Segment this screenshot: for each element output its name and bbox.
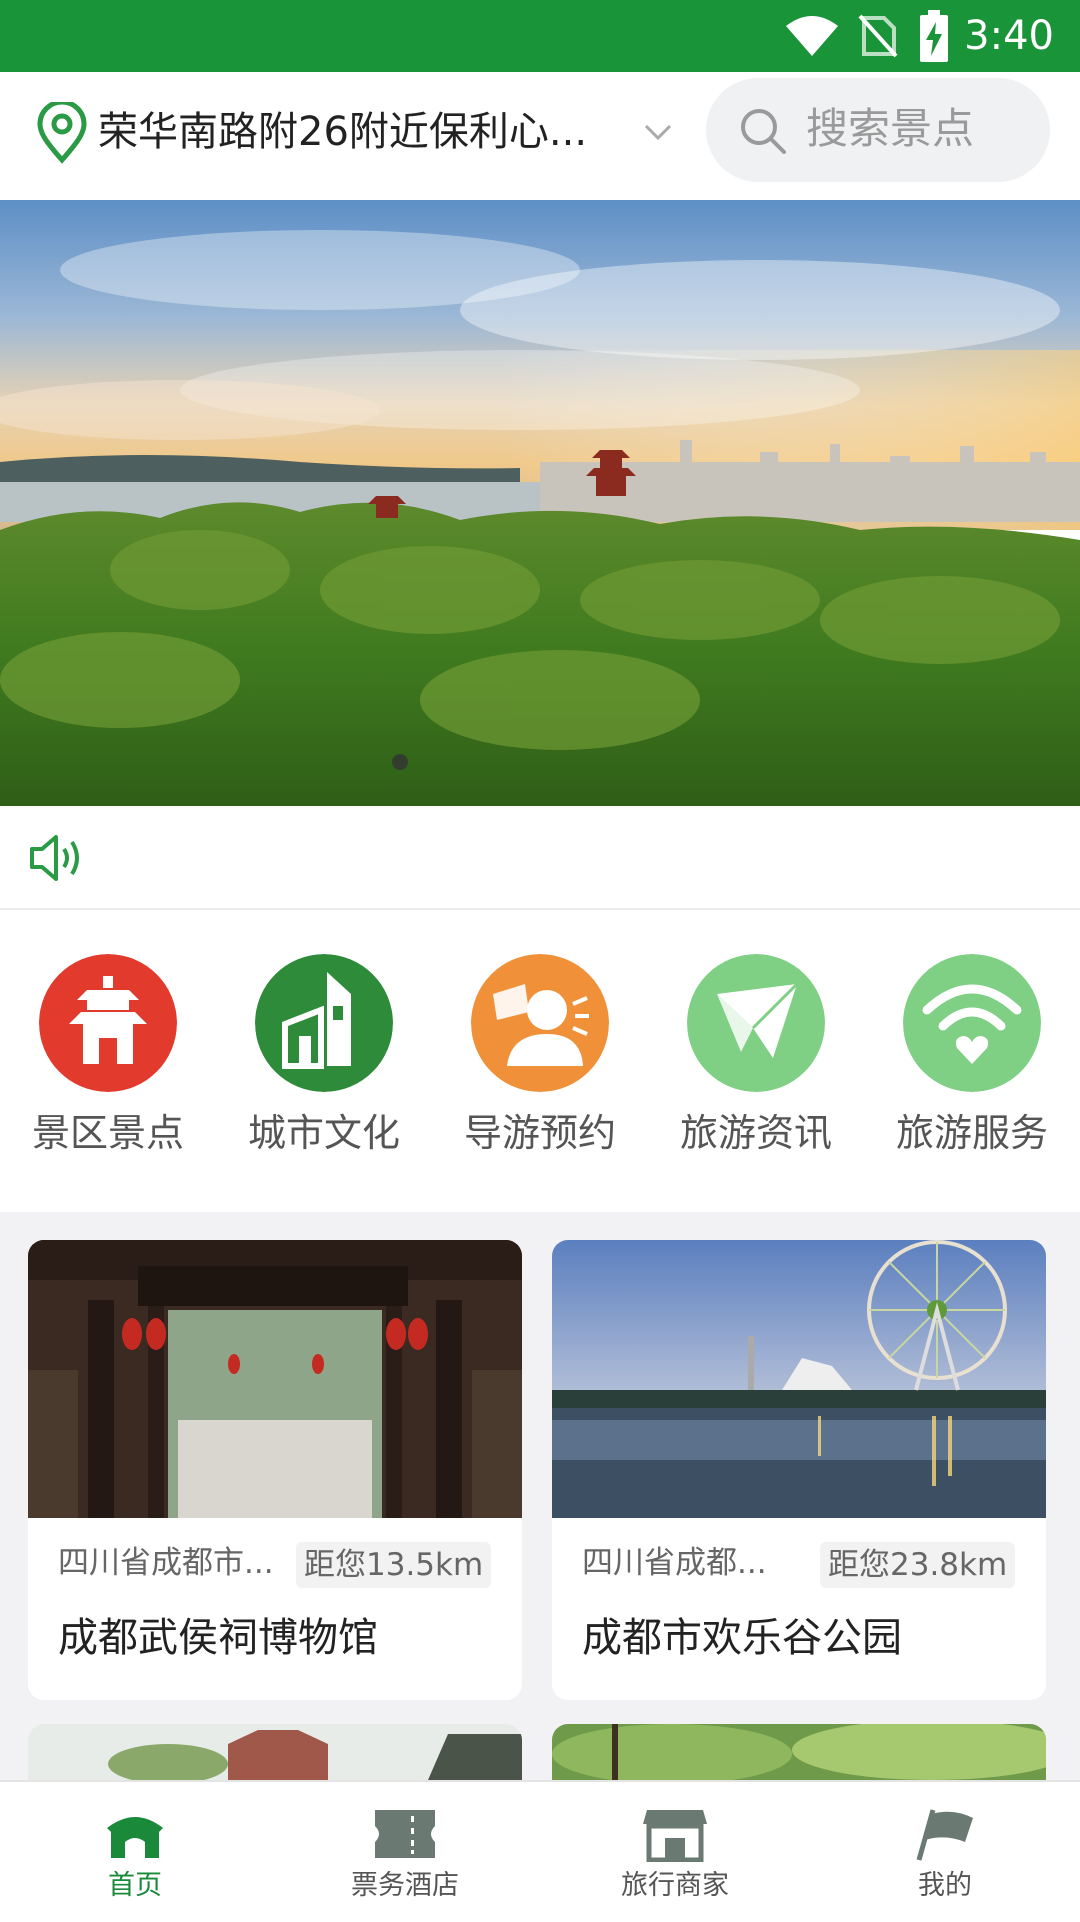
wuhou-temple-photo xyxy=(28,1240,522,1518)
category-label: 导游预约 xyxy=(463,1111,616,1155)
bottom-navigation: 首页 票务酒店 旅行商家 我的 xyxy=(0,1780,1080,1920)
location-text: 荣华南路附26附近保利心... xyxy=(98,109,588,155)
search-input[interactable]: 搜索景点 xyxy=(706,78,1050,182)
status-bar: 3:40 xyxy=(0,0,1080,72)
search-placeholder: 搜索景点 xyxy=(806,104,975,153)
nav-travel-merchants[interactable]: 旅行商家 xyxy=(540,1782,810,1922)
attraction-photo xyxy=(552,1724,1046,1780)
search-icon xyxy=(741,109,786,154)
card-distance-badge: 距您23.8km xyxy=(820,1542,1016,1588)
category-label: 景区景点 xyxy=(31,1111,184,1155)
category-city-culture[interactable]: 城市文化 xyxy=(216,954,432,1184)
header: 荣华南路附26附近保利心... 搜索景点 xyxy=(0,72,1080,200)
nav-label: 旅行商家 xyxy=(621,1870,729,1901)
location-pin-icon xyxy=(37,102,87,164)
flag-icon xyxy=(916,1809,973,1861)
banner-carousel[interactable] xyxy=(0,200,1080,806)
attraction-card[interactable]: 四川省成都... 距您23.8km 成都市欢乐谷公园 xyxy=(552,1240,1046,1700)
clock: 3:40 xyxy=(964,13,1054,59)
category-label: 旅游服务 xyxy=(895,1111,1048,1155)
card-title: 成都武侯祠博物馆 xyxy=(58,1615,378,1661)
category-travel-service[interactable]: 旅游服务 xyxy=(864,954,1080,1184)
attraction-card[interactable] xyxy=(28,1724,522,1780)
card-region: 四川省成都... xyxy=(582,1545,767,1581)
wifi-service-icon xyxy=(903,954,1041,1092)
category-scenic-spots[interactable]: 景区景点 xyxy=(0,954,216,1184)
pavilion-icon xyxy=(39,954,177,1092)
wifi-signal-icon xyxy=(786,16,838,56)
card-distance-badge: 距您13.5km xyxy=(296,1542,492,1588)
tour-guide-icon xyxy=(471,954,609,1092)
nav-label: 我的 xyxy=(918,1870,972,1901)
announcement-bar[interactable] xyxy=(0,806,1080,910)
nav-mine[interactable]: 我的 xyxy=(810,1782,1080,1922)
attraction-card[interactable] xyxy=(552,1724,1046,1780)
category-travel-news[interactable]: 旅游资讯 xyxy=(648,954,864,1184)
city-building-icon xyxy=(255,954,393,1092)
nav-home[interactable]: 首页 xyxy=(0,1782,270,1922)
paper-plane-icon xyxy=(687,954,825,1092)
ticket-icon xyxy=(375,1810,435,1858)
chevron-down-icon xyxy=(644,124,672,141)
shop-icon xyxy=(643,1810,707,1862)
nav-tickets-hotels[interactable]: 票务酒店 xyxy=(270,1782,540,1922)
happy-valley-photo xyxy=(552,1240,1046,1518)
attraction-card[interactable]: 四川省成都市... 距您13.5km 成都武侯祠博物馆 xyxy=(28,1240,522,1700)
category-label: 旅游资讯 xyxy=(679,1111,832,1155)
category-label: 城市文化 xyxy=(247,1111,400,1155)
attraction-feed: 四川省成都市... 距您13.5km 成都武侯祠博物馆 四川省成都... 距您2… xyxy=(0,1212,1080,1780)
card-region: 四川省成都市... xyxy=(58,1545,274,1581)
no-sim-icon xyxy=(858,14,898,58)
battery-charging-icon xyxy=(920,10,948,62)
nav-label: 票务酒店 xyxy=(351,1870,459,1901)
nav-label: 首页 xyxy=(108,1870,162,1901)
category-grid: 景区景点 城市文化 导游预约 旅游资讯 旅游服务 xyxy=(0,912,1080,1212)
speaker-icon xyxy=(30,835,79,881)
banner-image xyxy=(0,200,1080,806)
category-guide-booking[interactable]: 导游预约 xyxy=(432,954,648,1184)
card-title: 成都市欢乐谷公园 xyxy=(582,1615,902,1661)
home-gate-icon xyxy=(107,1817,163,1858)
attraction-photo xyxy=(28,1724,522,1780)
